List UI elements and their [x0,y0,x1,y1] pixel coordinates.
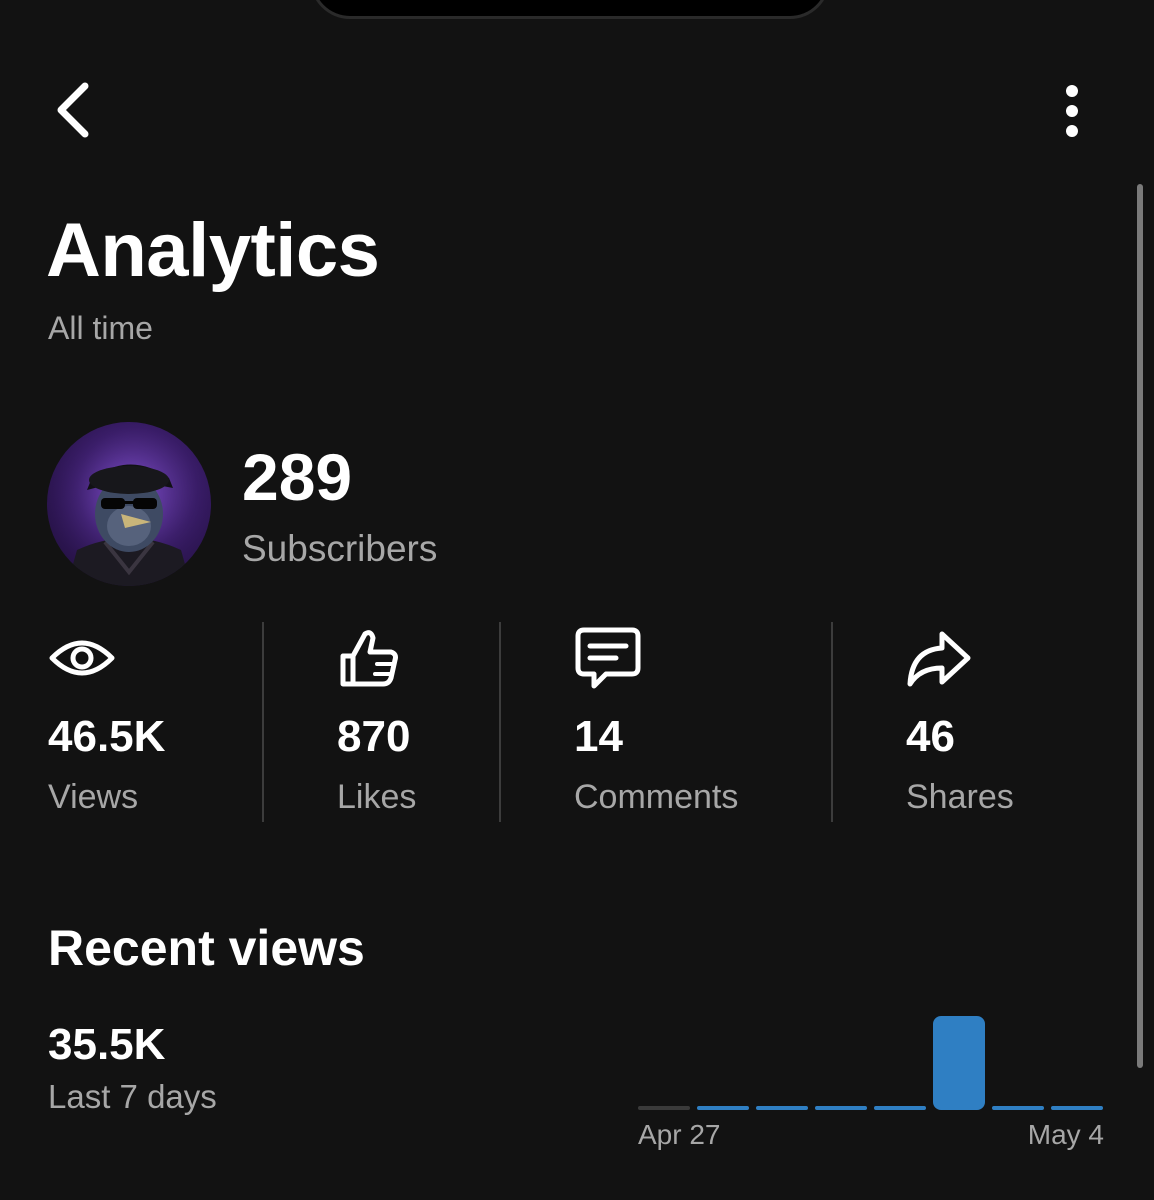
chart-bar [756,1106,808,1110]
more-options-button[interactable] [1040,76,1104,146]
stat-value: 46 [906,712,955,761]
x-axis-start-label: Apr 27 [638,1119,721,1150]
stat-value: 46.5K [48,712,166,761]
chart-bar [992,1106,1044,1110]
stat-label: Views [48,778,139,816]
back-button[interactable] [38,72,108,148]
chart-bar [1051,1106,1103,1110]
eye-icon [49,640,115,676]
chart-bar [638,1106,690,1110]
recent-views-value: 35.5K [48,1020,166,1069]
stat-comments[interactable]: 14 Comments [574,620,738,816]
time-range-label: All time [48,310,153,346]
chart-bar [697,1106,749,1110]
avatar-image [47,422,211,586]
vertical-ellipsis-icon [1066,85,1078,137]
stat-divider [262,622,264,822]
stat-shares[interactable]: 46 Shares [906,620,1014,816]
page-title: Analytics [46,208,380,293]
stat-value: 870 [337,712,411,761]
scrollbar[interactable] [1137,184,1143,1068]
share-icon [907,631,971,687]
chevron-left-icon [57,82,89,138]
device-notch [310,0,830,19]
recent-views-title: Recent views [48,920,365,976]
avatar[interactable] [47,422,211,586]
recent-views-period: Last 7 days [48,1078,217,1115]
stat-views[interactable]: 46.5K Views [48,620,165,816]
subscriber-count: 289 [242,440,353,514]
thumbs-up-icon [340,630,398,687]
x-axis-end-label: May 4 [1028,1119,1104,1150]
subscriber-label: Subscribers [242,528,438,569]
stat-value: 14 [574,712,623,761]
chart-bar [815,1106,867,1110]
recent-views-chart[interactable]: Apr 27 May 4 [630,1008,1120,1158]
stat-divider [831,622,833,822]
comment-icon [575,627,641,689]
chart-bar [874,1106,926,1110]
stat-label: Comments [574,778,739,816]
stat-label: Likes [337,778,417,816]
stat-likes[interactable]: 870 Likes [337,620,416,816]
stat-label: Shares [906,778,1014,816]
chart-bar [933,1016,985,1110]
stat-divider [499,622,501,822]
